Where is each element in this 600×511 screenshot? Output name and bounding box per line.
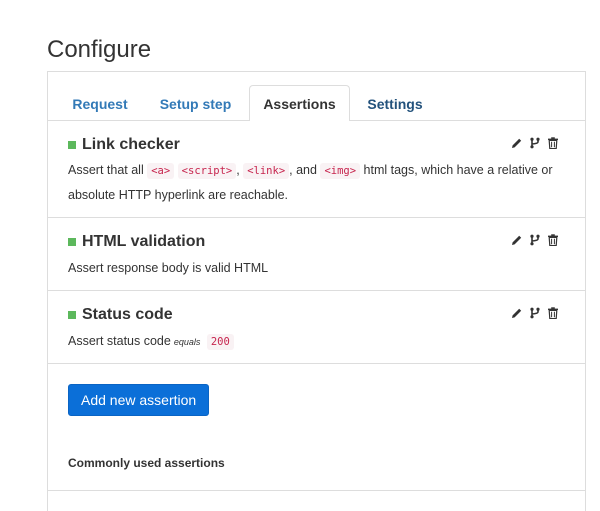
tab-settings[interactable]: Settings	[353, 85, 437, 121]
assertion-title: Status code	[82, 306, 173, 323]
pencil-icon[interactable]	[511, 137, 523, 149]
page-title: Configure	[47, 36, 152, 63]
trash-icon[interactable]	[547, 307, 559, 319]
tag-code: <img>	[320, 163, 361, 179]
code-fork-icon[interactable]	[529, 137, 541, 149]
tag-code: <script>	[177, 163, 237, 179]
assertion-html-validation: HTML validation Assert response body is …	[48, 218, 585, 291]
divider	[48, 490, 585, 491]
add-assertion-button[interactable]: Add new assertion	[68, 384, 210, 416]
tab-assertions[interactable]: Assertions	[249, 85, 350, 122]
assertion-title: Link checker	[82, 136, 180, 153]
status-indicator	[68, 311, 76, 319]
tab-bar: Request Setup step Assertions Settings	[48, 72, 585, 122]
trash-icon[interactable]	[547, 234, 559, 246]
assertion-title: HTML validation	[82, 233, 206, 250]
status-indicator	[68, 141, 76, 149]
trash-icon[interactable]	[547, 137, 559, 149]
assertion-link-checker: Link checker Assert that all <a> <script…	[48, 121, 585, 218]
assertion-status-code: Status code Assert status code equals 200	[48, 291, 585, 364]
tag-code: <a>	[147, 163, 175, 179]
pencil-icon[interactable]	[511, 307, 523, 319]
operator-label: equals	[173, 337, 201, 347]
tab-request[interactable]: Request	[60, 85, 140, 121]
common-assertions-heading: Commonly used assertions	[68, 456, 225, 470]
tab-setup-step[interactable]: Setup step	[148, 85, 243, 121]
code-fork-icon[interactable]	[529, 307, 541, 319]
assertion-description: Assert that all <a> <script>, <link>, an…	[68, 163, 553, 202]
status-value-code: 200	[206, 334, 234, 350]
status-indicator	[68, 238, 76, 246]
code-fork-icon[interactable]	[529, 234, 541, 246]
assertion-description: Assert status code equals 200	[68, 329, 567, 354]
pencil-icon[interactable]	[511, 234, 523, 246]
assertion-description: Assert response body is valid HTML	[68, 261, 269, 275]
tag-code: <link>	[243, 163, 290, 179]
configure-panel: Request Setup step Assertions Settings L…	[47, 71, 586, 511]
